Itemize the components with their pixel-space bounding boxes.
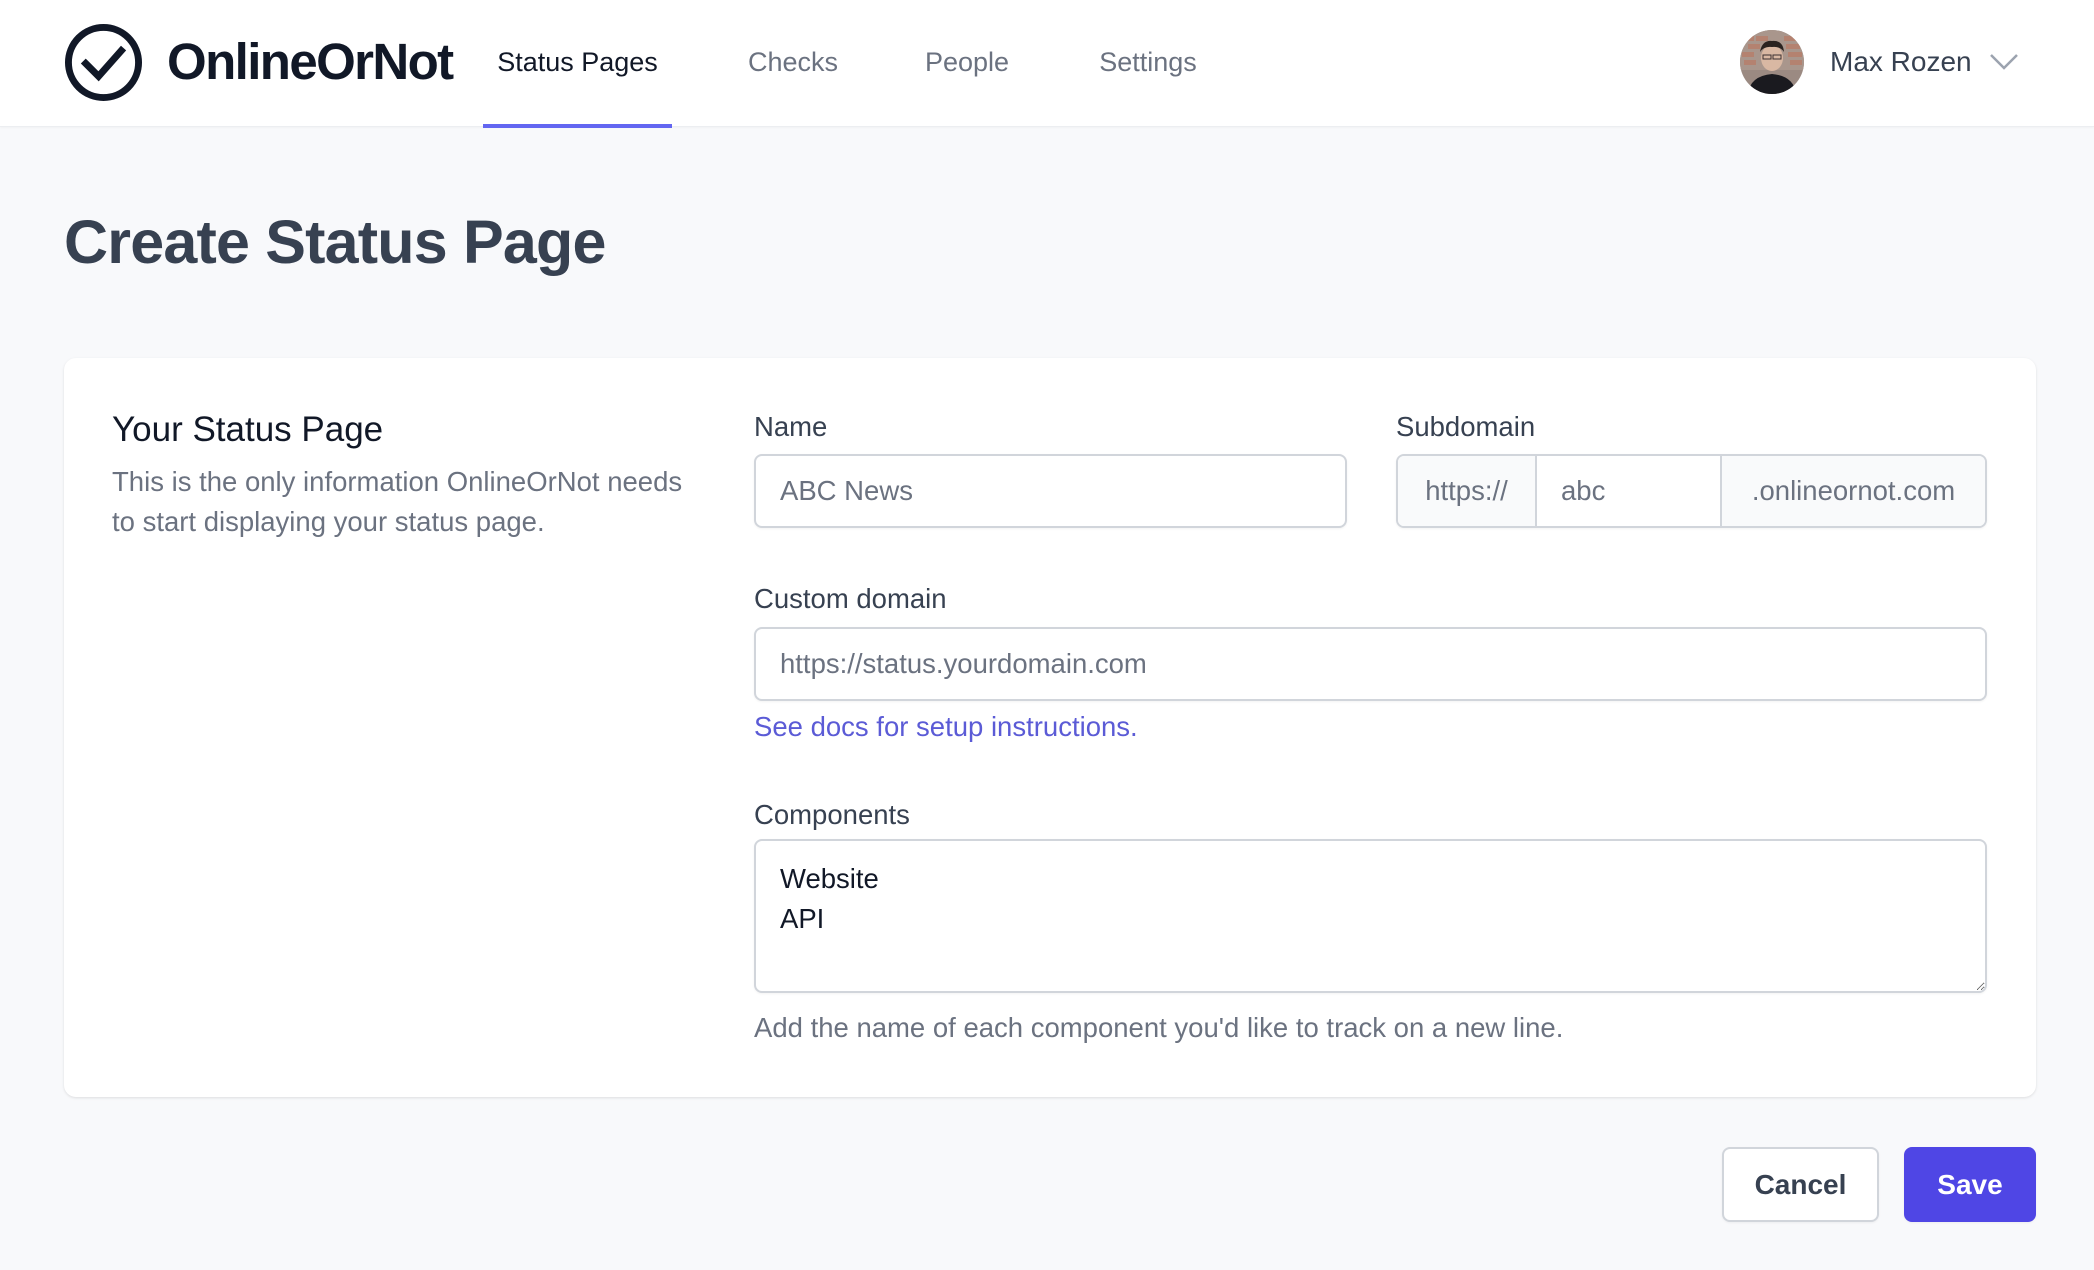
page-title: Create Status Page <box>64 208 606 276</box>
subdomain-suffix: .onlineornot.com <box>1720 456 1985 526</box>
subdomain-input[interactable] <box>1537 456 1720 526</box>
user-menu-button[interactable]: Max Rozen <box>1740 30 2018 94</box>
avatar[interactable] <box>1740 30 1804 94</box>
chevron-down-icon <box>1989 54 2018 70</box>
components-label: Components <box>754 799 910 830</box>
nav-tab-label: Checks <box>747 47 839 77</box>
subdomain-input-group: https:// .onlineornot.com <box>1396 454 1987 528</box>
user-name: Max Rozen <box>1830 46 1972 77</box>
components-help-text: Add the name of each component you'd lik… <box>754 1012 1564 1043</box>
custom-domain-input[interactable] <box>754 627 1987 701</box>
nav-tab-label: People <box>924 47 1010 77</box>
subdomain-label: Subdomain <box>1396 411 1536 442</box>
section-title: Your Status Page <box>112 410 384 449</box>
name-label: Name <box>754 411 828 442</box>
setup-docs-link[interactable]: See docs for setup instructions. <box>754 710 1138 744</box>
subdomain-prefix: https:// <box>1398 456 1537 526</box>
nav-tab-label: Settings <box>1099 47 1197 77</box>
nav-tab-status-pages[interactable]: Status Pages <box>483 0 672 128</box>
section-description: This is the only information OnlineOrNot… <box>112 466 683 537</box>
nav-tab-checks[interactable]: Checks <box>728 0 858 127</box>
user-photo-icon <box>1740 30 1804 94</box>
custom-domain-label: Custom domain <box>754 583 947 614</box>
top-navbar: OnlineOrNot Status Pages Checks People S… <box>0 0 2094 128</box>
nav-tab-people[interactable]: People <box>908 0 1026 127</box>
name-input[interactable] <box>754 454 1347 528</box>
components-textarea[interactable] <box>754 839 1987 993</box>
brand-name[interactable]: OnlineOrNot <box>167 34 454 90</box>
nav-tab-label: Status Pages <box>497 47 658 77</box>
nav-tab-settings[interactable]: Settings <box>1078 0 1218 127</box>
cancel-button[interactable]: Cancel <box>1722 1147 1879 1222</box>
save-button[interactable]: Save <box>1904 1147 2036 1222</box>
check-circle-logo-icon[interactable] <box>64 23 143 102</box>
status-page-form-card: Your Status Page This is the only inform… <box>64 358 2036 1097</box>
